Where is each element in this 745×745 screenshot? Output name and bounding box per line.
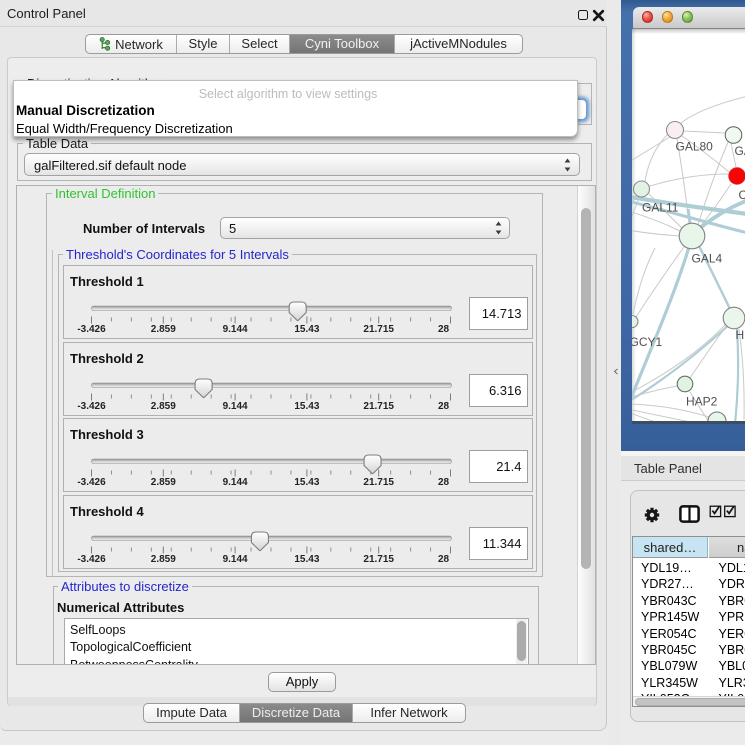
svg-text:-3.426: -3.426	[77, 477, 106, 488]
svg-text:21.715: 21.715	[363, 477, 394, 488]
svg-text:28: 28	[437, 554, 449, 565]
svg-text:9.144: 9.144	[222, 324, 247, 335]
svg-text:-3.426: -3.426	[77, 401, 106, 412]
svg-text:GAL11: GAL11	[642, 201, 679, 215]
svg-text:GA: GA	[735, 144, 745, 158]
svg-text:15.43: 15.43	[294, 554, 319, 565]
svg-text:2.859: 2.859	[150, 401, 175, 412]
svg-text:2.859: 2.859	[150, 477, 175, 488]
svg-text:GAL80: GAL80	[676, 140, 714, 154]
svg-text:HI: HI	[736, 328, 745, 342]
svg-text:21.715: 21.715	[363, 401, 394, 412]
svg-text:21.715: 21.715	[363, 324, 394, 335]
svg-text:-3.426: -3.426	[77, 554, 106, 565]
svg-text:15.43: 15.43	[294, 477, 319, 488]
svg-text:GAL4: GAL4	[692, 252, 723, 266]
svg-text:9.144: 9.144	[222, 554, 247, 565]
svg-text:28: 28	[437, 477, 449, 488]
svg-text:28: 28	[437, 324, 449, 335]
svg-text:2.859: 2.859	[150, 554, 175, 565]
svg-text:9.144: 9.144	[222, 477, 247, 488]
svg-text:28: 28	[437, 401, 449, 412]
svg-text:HAP2: HAP2	[686, 395, 718, 409]
svg-text:21.715: 21.715	[363, 554, 394, 565]
svg-text:-3.426: -3.426	[77, 324, 106, 335]
svg-text:15.43: 15.43	[294, 324, 319, 335]
svg-text:C: C	[739, 188, 745, 202]
svg-text:9.144: 9.144	[222, 401, 247, 412]
svg-text:15.43: 15.43	[294, 401, 319, 412]
svg-text:GCY1: GCY1	[632, 335, 663, 349]
svg-text:2.859: 2.859	[150, 324, 175, 335]
